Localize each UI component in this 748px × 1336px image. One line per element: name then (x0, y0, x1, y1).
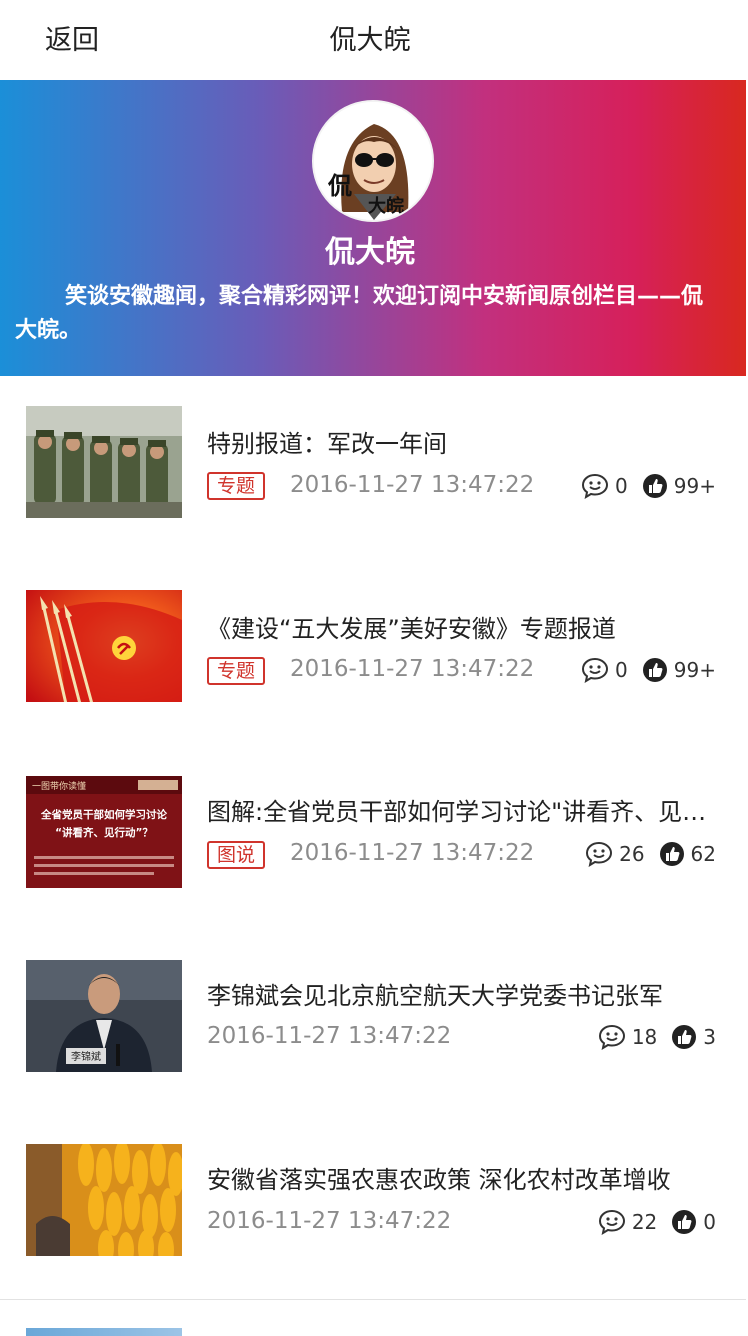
thumbs-up-icon (642, 658, 667, 682)
article-stats: 26 62 (571, 841, 716, 867)
topic-badge: 图说 (207, 841, 266, 869)
like-stat[interactable]: 99+ (642, 473, 716, 499)
comment-icon (582, 657, 609, 683)
article-time: 2016-11-27 13:47:22 (290, 840, 535, 866)
article-title[interactable]: 图解:全省党员干部如何学习讨论"讲看齐、见行动" (207, 792, 717, 827)
comment-count: 0 (615, 658, 628, 682)
thumbs-up-icon (659, 842, 684, 866)
list-item[interactable]: 特别报道：军改一年间 专题 2016-11-27 13:47:22 0 99+ (0, 376, 746, 562)
article-thumbnail: 一图带你读懂 全省党员干部如何学习讨论 “讲看齐、见行动”？ (26, 776, 182, 888)
article-stats: 0 99+ (567, 657, 716, 683)
page-title: 侃大皖 (329, 25, 411, 56)
thumbs-up-icon (672, 1210, 697, 1234)
like-stat[interactable]: 62 (659, 841, 716, 867)
topic-badge: 专题 (207, 472, 266, 500)
comment-count: 26 (619, 842, 645, 866)
comment-stat[interactable]: 0 (581, 473, 628, 499)
channel-banner: 侃 大皖 侃大皖 笑谈安徽趣闻，聚合精彩网评！欢迎订阅中安新闻原创栏目——侃大皖… (0, 80, 746, 376)
topic-badge: 专题 (207, 657, 266, 685)
thumbs-up-icon (642, 474, 667, 498)
list-item[interactable]: 《建设“五大发展”美好安徽》专题报道 专题 2016-11-27 13:47:2… (0, 561, 746, 747)
article-thumbnail (26, 590, 182, 702)
comment-count: 22 (631, 1210, 658, 1234)
article-title[interactable]: 《建设“五大发展”美好安徽》专题报道 (207, 609, 717, 644)
article-stats: 18 3 (584, 1024, 716, 1050)
list-item[interactable]: 一图带你读懂 全省党员干部如何学习讨论 “讲看齐、见行动”？ 图解:全省党员干部… (0, 746, 746, 932)
like-count: 99+ (673, 658, 716, 682)
comment-stat[interactable]: 22 (598, 1209, 657, 1235)
comment-icon (586, 841, 613, 867)
article-stats: 22 0 (584, 1209, 716, 1235)
thumb-header-text: 一图带你读懂 (32, 780, 86, 791)
article-title[interactable]: 特别报道：军改一年间 (207, 424, 717, 459)
comment-icon (598, 1209, 625, 1235)
comment-count: 18 (631, 1025, 658, 1049)
like-count: 3 (703, 1025, 716, 1049)
article-stats: 0 99+ (567, 473, 716, 499)
like-stat[interactable]: 0 (671, 1209, 716, 1235)
comment-icon (582, 473, 609, 499)
channel-name: 侃大皖 (325, 235, 415, 270)
list-item[interactable]: 安徽省落实强农惠农政策 深化农村改革增收 2016-11-27 13:47:22… (0, 1114, 746, 1300)
comment-icon (598, 1024, 625, 1050)
top-nav-bar: 返回 侃大皖 (0, 0, 748, 80)
article-thumbnail (26, 1144, 182, 1256)
comment-stat[interactable]: 26 (585, 841, 645, 867)
next-article-thumbnail (26, 1328, 182, 1336)
like-stat[interactable]: 99+ (642, 657, 716, 683)
article-title[interactable]: 李锦斌会见北京航空航天大学党委书记张军 (207, 976, 717, 1011)
name-plate-text: 李锦斌 (71, 1050, 101, 1063)
like-stat[interactable]: 3 (671, 1024, 716, 1050)
thumb-headline-2: “讲看齐、见行动”？ (55, 826, 153, 839)
article-time: 2016-11-27 13:47:22 (207, 1208, 452, 1234)
channel-avatar: 侃 大皖 (312, 100, 434, 222)
article-thumbnail: 李锦斌 (26, 960, 182, 1072)
article-time: 2016-11-27 13:47:22 (290, 472, 535, 498)
article-title[interactable]: 安徽省落实强农惠农政策 深化农村改革增收 (207, 1160, 717, 1195)
list-item[interactable]: 李锦斌 李锦斌会见北京航空航天大学党委书记张军 2016-11-27 13:47… (0, 930, 746, 1116)
like-count: 99+ (673, 474, 716, 498)
comment-stat[interactable]: 0 (581, 657, 628, 683)
like-count: 62 (690, 842, 716, 866)
channel-description: 笑谈安徽趣闻，聚合精彩网评！欢迎订阅中安新闻原创栏目——侃大皖。 (15, 284, 704, 343)
avatar-logo-text: 侃 (327, 173, 352, 200)
article-time: 2016-11-27 13:47:22 (290, 656, 535, 682)
svg-text:大皖: 大皖 (368, 195, 404, 216)
thumb-headline-1: 全省党员干部如何学习讨论 (40, 808, 167, 821)
thumbs-up-icon (672, 1025, 697, 1049)
article-time: 2016-11-27 13:47:22 (207, 1023, 452, 1049)
like-count: 0 (703, 1210, 716, 1234)
comment-stat[interactable]: 18 (598, 1024, 657, 1050)
article-thumbnail (26, 406, 182, 518)
comment-count: 0 (615, 474, 628, 498)
